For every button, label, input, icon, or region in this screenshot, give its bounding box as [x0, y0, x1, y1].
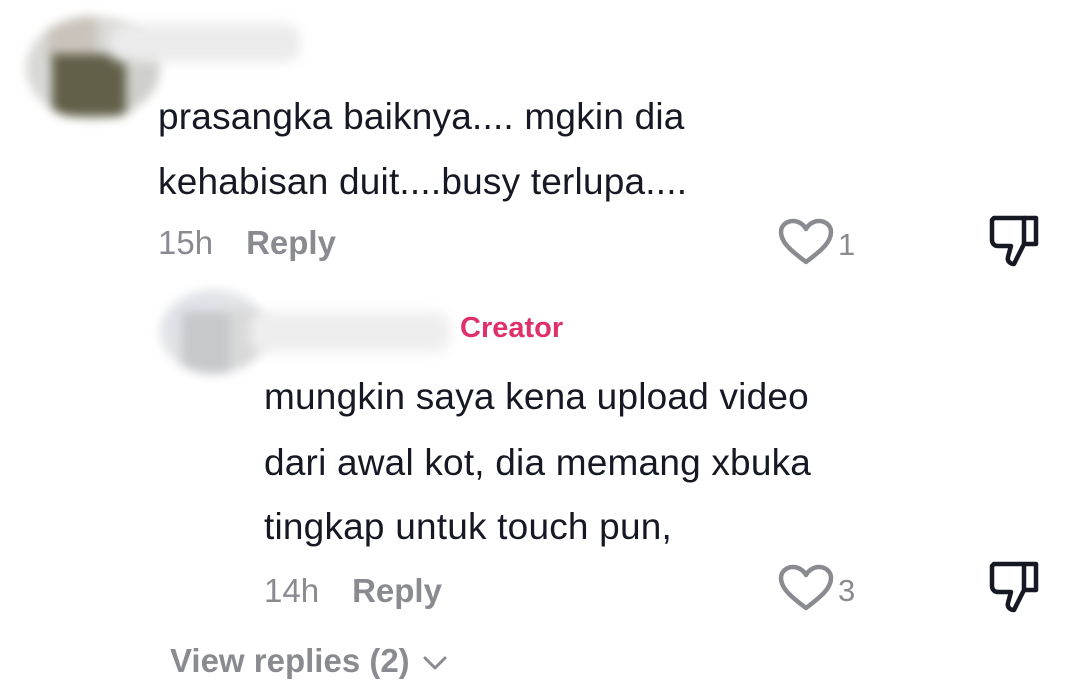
reply-text-line: mungkin saya kena upload video	[264, 376, 809, 417]
like-button[interactable]: 3	[778, 564, 855, 617]
thumbs-down-icon	[988, 215, 1040, 272]
reply-button[interactable]: Reply	[352, 572, 442, 610]
comment-thread: prasangka baiknya.... mgkin dia kehabisa…	[0, 0, 1080, 700]
creator-username[interactable]	[250, 312, 450, 352]
dislike-button[interactable]	[988, 560, 1040, 619]
reply-text-line: tingkap untuk touch pun,	[264, 506, 672, 547]
dislike-button[interactable]	[988, 214, 1040, 273]
view-replies-button[interactable]: View replies (2)	[170, 642, 448, 680]
thumbs-down-icon	[988, 561, 1040, 618]
reply-text-line: dari awal kot, dia memang xbuka	[264, 442, 812, 483]
heart-icon	[778, 218, 834, 271]
like-count: 1	[838, 226, 856, 262]
reply-meta: 14h Reply	[264, 572, 442, 610]
timestamp: 15h	[158, 224, 214, 261]
view-replies-label: View replies (2)	[170, 642, 410, 679]
comment-text-line: kehabisan duit....busy terlupa....	[158, 161, 688, 202]
timestamp: 14h	[264, 572, 320, 609]
comment-meta: 15h Reply	[158, 224, 336, 262]
username[interactable]	[110, 24, 300, 62]
heart-icon	[778, 564, 834, 617]
comment-text-line: prasangka baiknya.... mgkin dia	[158, 96, 685, 137]
creator-badge: Creator	[460, 312, 564, 344]
like-button[interactable]: 1	[778, 218, 855, 271]
reply-button[interactable]: Reply	[246, 224, 336, 262]
like-count: 3	[838, 572, 856, 608]
chevron-down-icon	[410, 642, 448, 680]
